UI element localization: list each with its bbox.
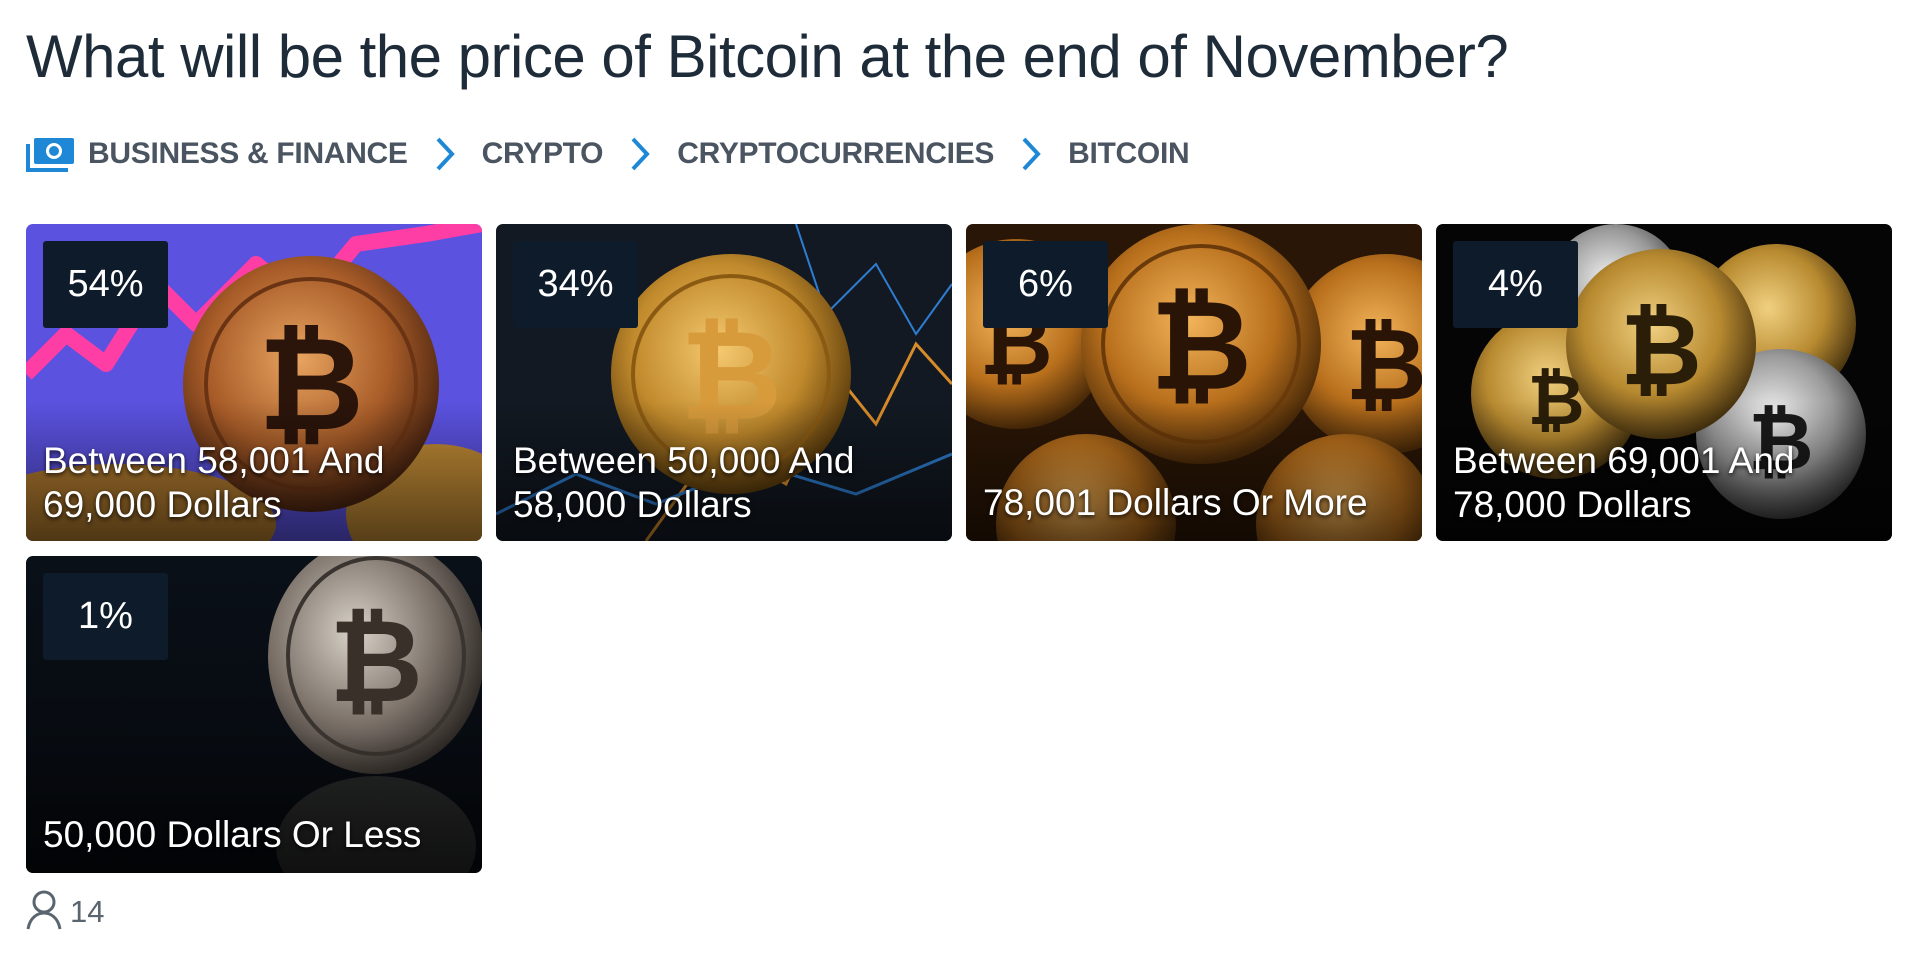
participants-count: 14 xyxy=(70,894,105,929)
svg-text:₿: ₿ xyxy=(1620,291,1702,408)
breadcrumb-bitcoin[interactable]: BITCOIN xyxy=(1068,137,1190,171)
option-label: Between 69,001 And 78,000 Dollars xyxy=(1453,440,1795,525)
svg-text:₿: ₿ xyxy=(329,595,423,729)
option-card[interactable]: ₿ ₿ ₿ 6% 78,001 Dollars Or More xyxy=(966,224,1422,541)
option-label: 78,001 Dollars Or More xyxy=(983,482,1368,523)
option-card[interactable]: ₿ 34% Between 50,000 And 58,000 Dollars xyxy=(496,224,952,541)
percent-badge: 34% xyxy=(513,241,638,328)
option-label: 50,000 Dollars Or Less xyxy=(43,814,422,855)
svg-text:₿: ₿ xyxy=(1150,274,1252,419)
chevron-right-icon xyxy=(428,132,462,176)
option-label: Between 58,001 And 69,000 Dollars xyxy=(43,440,385,525)
percent-badge: 1% xyxy=(43,573,168,660)
option-label: Between 50,000 And 58,000 Dollars xyxy=(513,440,855,525)
chevron-right-icon xyxy=(1014,132,1048,176)
breadcrumb: BUSINESS & FINANCE CRYPTO CRYPTOCURRENCI… xyxy=(26,132,1190,176)
chevron-right-icon xyxy=(623,132,657,176)
option-card[interactable]: ₿ 54% Between 58,001 And 69,000 Dollars xyxy=(26,224,482,541)
money-icon xyxy=(26,134,76,174)
percent-badge: 6% xyxy=(983,241,1108,328)
breadcrumb-crypto[interactable]: CRYPTO xyxy=(482,137,604,171)
breadcrumb-business-finance[interactable]: BUSINESS & FINANCE xyxy=(88,137,408,171)
user-icon xyxy=(26,889,62,936)
percent-badge: 54% xyxy=(43,241,168,328)
participants: 14 xyxy=(26,890,104,934)
option-card[interactable]: ₿ 1% 50,000 Dollars Or Less xyxy=(26,556,482,873)
breadcrumb-cryptocurrencies[interactable]: CRYPTOCURRENCIES xyxy=(677,137,994,171)
option-card[interactable]: ₿ ₿ ₿ 4% Between 69,001 And 78,000 Dolla… xyxy=(1436,224,1892,541)
percent-badge: 4% xyxy=(1453,241,1578,328)
page-title: What will be the price of Bitcoin at the… xyxy=(26,23,1509,90)
